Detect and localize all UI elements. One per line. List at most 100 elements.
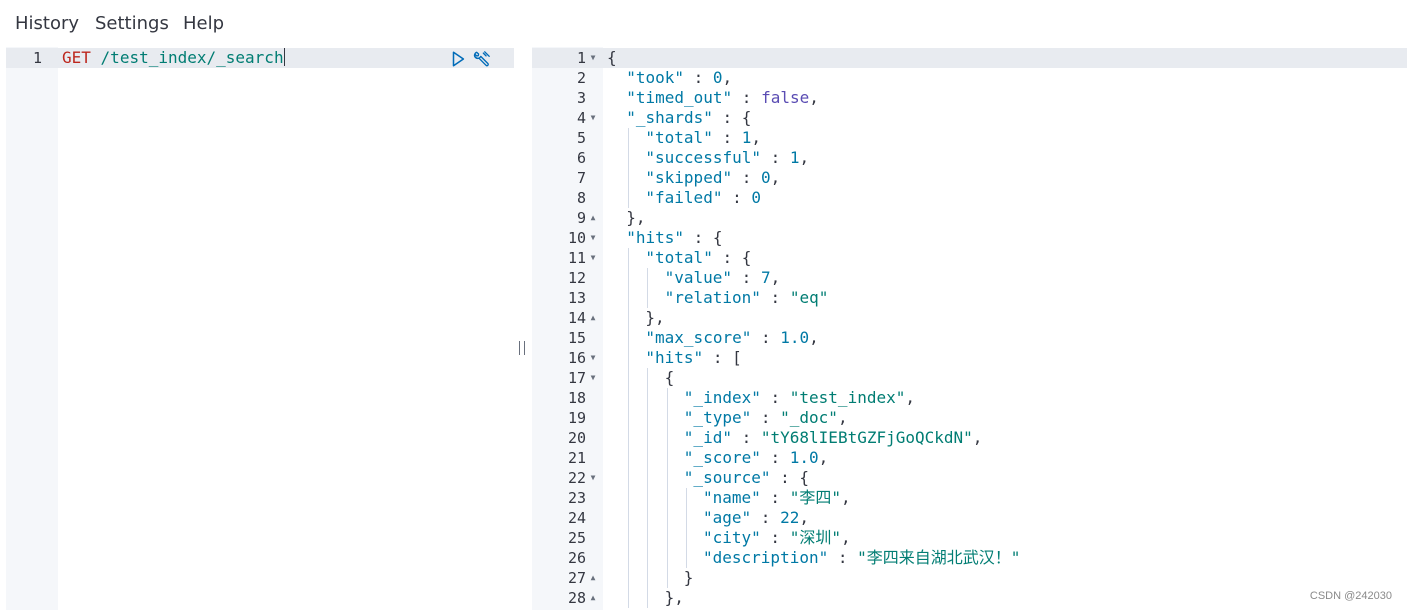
- code-text: "total" : {: [645, 248, 751, 268]
- indent-guide: [628, 348, 630, 368]
- fold-arrow-up-icon[interactable]: ▲: [588, 588, 598, 608]
- code-token: : {: [683, 228, 723, 247]
- code-token: ,: [809, 328, 819, 347]
- code-token: : {: [712, 248, 752, 267]
- code-text: "relation" : "eq": [665, 288, 829, 308]
- line-number: 17: [567, 369, 586, 387]
- indent-guide: [628, 368, 630, 388]
- indent-guide: [666, 388, 668, 408]
- menu-help[interactable]: Help: [183, 13, 224, 34]
- fold-arrow-down-icon[interactable]: ▼: [588, 348, 598, 368]
- response-line: 28 ▲},: [532, 588, 1407, 608]
- code-token: "_type": [683, 408, 752, 427]
- indent-guide: [647, 288, 649, 308]
- indent-guide: [628, 548, 630, 568]
- response-viewer[interactable]: 1 ▼{2 "took" : 0, 3 "timed_out" : false, 4 ▼ "_…: [532, 47, 1407, 610]
- code-token: :: [731, 428, 761, 447]
- code-token: "李四": [789, 488, 841, 507]
- code-token: 0: [761, 168, 771, 187]
- code-token: "test_index": [789, 388, 906, 407]
- indent-guide: [628, 588, 630, 608]
- code-text: "value" : 7,: [665, 268, 781, 288]
- code-token: }: [683, 568, 694, 587]
- code-token: :: [760, 388, 790, 407]
- resize-handle-icon[interactable]: [519, 341, 525, 355]
- code-token: "description": [703, 548, 829, 567]
- code-token: ,: [818, 448, 829, 467]
- code-token: "tY68lIEBtGZFjGoQCkdN": [760, 428, 973, 447]
- response-line: 15 "max_score" : 1.0,: [532, 328, 1407, 348]
- fold-arrow-down-icon[interactable]: ▼: [588, 468, 598, 488]
- line-number: 28: [567, 589, 586, 607]
- fold-arrow-down-icon[interactable]: ▼: [588, 368, 598, 388]
- fold-arrow-down-icon[interactable]: ▼: [588, 48, 598, 68]
- indent-guide: [666, 468, 668, 488]
- response-line: 27 ▲}: [532, 568, 1407, 588]
- indent-guide: [628, 568, 630, 588]
- line-number: 26: [567, 549, 586, 567]
- code-token: "age": [703, 508, 752, 527]
- indent-guide: [647, 468, 649, 488]
- response-line: 5 "total" : 1,: [532, 128, 1407, 148]
- response-line: 7 "skipped" : 0,: [532, 168, 1407, 188]
- code-token: :: [732, 88, 762, 107]
- response-line: 24 "age" : 22,: [532, 508, 1407, 528]
- code-token: "_source": [683, 468, 771, 487]
- indent-guide: [647, 268, 649, 288]
- code-text: "failed" : 0: [645, 188, 761, 208]
- code-text: "age" : 22,: [703, 508, 809, 528]
- indent-guide: [628, 148, 630, 168]
- code-token: :: [751, 508, 781, 527]
- line-number: 25: [567, 529, 586, 547]
- response-line: 1 ▼ {: [532, 48, 1407, 68]
- fold-arrow-down-icon[interactable]: ▼: [588, 108, 598, 128]
- code-token: "深圳": [789, 528, 841, 547]
- code-text: },: [626, 208, 645, 228]
- indent-guide: [628, 128, 630, 148]
- code-token: "timed_out": [626, 88, 733, 107]
- request-line[interactable]: 1 GET /test_index/_search: [6, 48, 514, 68]
- code-text: "_index" : "test_index",: [684, 388, 915, 408]
- fold-arrow-up-icon[interactable]: ▲: [588, 208, 598, 228]
- indent-guide: [628, 508, 630, 528]
- code-text: "city" : "深圳",: [703, 528, 851, 548]
- line-number: 3: [576, 89, 586, 107]
- code-token: "李四来自湖北武汉！": [857, 548, 1021, 567]
- code-token: ,: [799, 148, 810, 167]
- code-token: :: [760, 528, 790, 547]
- code-token: ,: [837, 408, 848, 427]
- line-number: 8: [576, 189, 586, 207]
- resize-handle[interactable]: [514, 47, 530, 610]
- request-text[interactable]: GET /test_index/_search: [62, 48, 285, 68]
- code-token: 1.0: [789, 448, 819, 467]
- code-text: "_score" : 1.0,: [684, 448, 829, 468]
- request-editor[interactable]: 1 GET /test_index/_search: [6, 47, 514, 610]
- line-number: 22: [567, 469, 586, 487]
- indent-guide: [647, 448, 649, 468]
- indent-guide: [647, 508, 649, 528]
- line-number: 21: [567, 449, 586, 467]
- fold-arrow-down-icon[interactable]: ▼: [588, 248, 598, 268]
- indent-guide: [628, 428, 630, 448]
- fold-arrow-up-icon[interactable]: ▲: [588, 308, 598, 328]
- code-token: ,: [809, 88, 819, 107]
- code-token: 1: [741, 128, 752, 147]
- code-token: "failed": [645, 188, 723, 207]
- indent-guide: [666, 488, 668, 508]
- code-text: "name" : "李四",: [703, 488, 851, 508]
- menu-history[interactable]: History: [15, 13, 79, 34]
- code-text: "total" : 1,: [645, 128, 761, 148]
- indent-guide: [647, 568, 649, 588]
- code-text: "description" : "李四来自湖北武汉！": [703, 548, 1020, 568]
- fold-arrow-down-icon[interactable]: ▼: [588, 228, 598, 248]
- code-token: },: [626, 208, 646, 227]
- fold-arrow-up-icon[interactable]: ▲: [588, 568, 598, 588]
- code-token: :: [828, 548, 858, 567]
- indent-guide: [628, 248, 630, 268]
- wrench-icon[interactable]: [472, 50, 492, 68]
- response-line: 22 ▼ "_source" : {: [532, 468, 1407, 488]
- play-icon[interactable]: [448, 50, 468, 68]
- line-number: 27: [567, 569, 586, 587]
- menu-settings[interactable]: Settings: [95, 13, 169, 34]
- response-line: 9 ▲},: [532, 208, 1407, 228]
